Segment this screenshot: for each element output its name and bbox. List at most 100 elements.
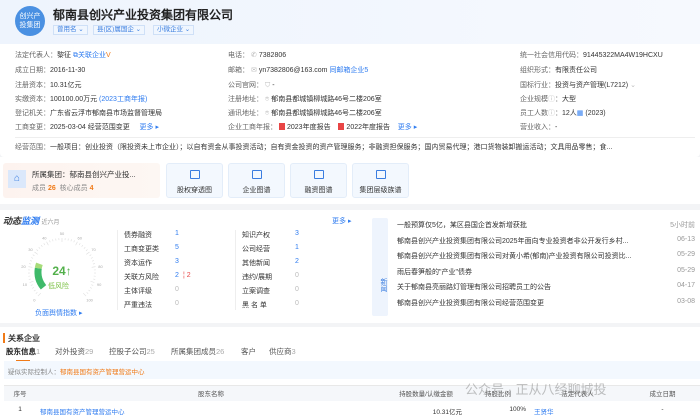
scope-row: 经营范围：一般项目：创业投资（限投资未上市企业）；以自有资金从事投资活动；自有资…: [15, 144, 613, 151]
gauge-tick: [31, 257, 34, 259]
gauge-tick: [73, 240, 75, 243]
tag-former-name[interactable]: 曾用名 ⌄: [53, 25, 88, 35]
gauge-tick: [83, 247, 86, 249]
gauge-tick: [32, 287, 35, 289]
shareholder-no: 1: [18, 406, 22, 413]
hierarchy-icon: [376, 170, 386, 179]
phone-row: 电话： ✆ 7382806: [228, 52, 287, 59]
founded-row: 成立日期：2016-11-30: [15, 67, 86, 74]
news-item[interactable]: 郁南县创兴产业投资集团有限公司对黄小希(郁南)产业投资有限公司投资比... 05-…: [397, 251, 695, 261]
gauge-tick: [92, 260, 95, 262]
monitor-item[interactable]: 公司经营 1: [242, 244, 352, 254]
controller-link[interactable]: 郁南县国有资产管理营运中心: [60, 369, 145, 376]
news-item[interactable]: 关于郁南县亮丽路灯管理有限公司招聘员工的公告 04-17: [397, 282, 695, 292]
paid-capital-row: 实缴资本：100100.00万元 (2023工商年报): [15, 96, 148, 103]
monitor-item[interactable]: 其他新闻 2: [242, 258, 352, 268]
news-item[interactable]: 一般预算仅5亿，某区县国企首发新增获批 5小时前: [397, 220, 695, 230]
gauge-tick: [91, 266, 96, 268]
monitor-item[interactable]: 黑 名 单0: [242, 300, 352, 310]
monitor-item[interactable]: 违约/展期 0: [242, 272, 352, 282]
tab-relation[interactable]: 对外投资29: [55, 346, 93, 357]
location-icon: ⌾: [265, 96, 270, 103]
reports-more-link[interactable]: 更多 ▸: [398, 124, 417, 131]
shareholder-name[interactable]: 郁南县国有资产管理营运中心: [40, 406, 382, 416]
monitor-item[interactable]: 债券融资 1: [124, 230, 234, 240]
monitor-item[interactable]: 关联方风险 2 ¦ 2: [124, 272, 234, 282]
gauge-tick: [49, 240, 51, 243]
tab-relation[interactable]: 控股子公司25: [109, 346, 155, 357]
chevron-down-icon[interactable]: ⌄: [630, 82, 636, 89]
calendar-icon[interactable]: ▦: [577, 110, 584, 117]
change-row: 工商变更：2025-03-04 经营范围变更 更多 ▸: [15, 124, 159, 131]
gauge-tick-label: 0: [33, 298, 36, 303]
gauge-tick-label: 60: [77, 235, 82, 240]
tab-relation[interactable]: 供应商3: [269, 346, 296, 357]
info-icon[interactable]: ⓘ: [548, 110, 555, 117]
tab-relation[interactable]: 客户: [241, 346, 256, 357]
monitor-item[interactable]: 立案调查 0: [242, 286, 352, 296]
info-icon[interactable]: ⓘ: [548, 96, 555, 103]
legal-rep-row: 法定代表人：黎征 ⧉关联企业V: [15, 52, 111, 59]
gauge-tick: [34, 251, 38, 255]
related-companies-link[interactable]: ⧉关联企业: [73, 52, 106, 59]
monitor-item[interactable]: 资本运作 3: [124, 258, 234, 268]
group-card[interactable]: ⌂ 所属集团：郁南县创兴产业投... 成员 26 核心成员 4: [3, 163, 160, 198]
monitor-item[interactable]: 主体评级 0: [124, 286, 234, 296]
same-email-link[interactable]: 同邮箱企业5: [329, 67, 368, 74]
tag-state-owned[interactable]: 县(区)属国企 ⌄: [93, 25, 146, 35]
tag-small-micro[interactable]: 小微企业 ⌄: [153, 25, 195, 35]
bank-icon: ⌂: [8, 170, 26, 188]
monitor-item[interactable]: 工商变更类 5: [124, 244, 234, 254]
gauge-tick: [83, 293, 87, 297]
reports-row: 企业工商年报： 2023年度报告 2022年度报告 更多 ▸: [228, 123, 418, 131]
gauge-tick-label: 10: [23, 282, 28, 287]
gauge-tick-label: 20: [21, 264, 26, 269]
reg-capital-row: 注册资本：10.31亿元: [15, 82, 82, 89]
change-more-link[interactable]: 更多 ▸: [140, 124, 159, 131]
news-item[interactable]: 雨后春笋般的"产业"债券 05-29: [397, 267, 695, 277]
gauge-tick-label: 70: [91, 247, 96, 252]
report-2022-link[interactable]: 2022年度报告: [346, 124, 390, 131]
org-form-row: 组织形式：有限责任公司: [520, 67, 597, 74]
monitor-item[interactable]: 知识产权 3: [242, 230, 352, 240]
gauge-tick: [78, 243, 81, 246]
tab-relation[interactable]: 股东信息1: [6, 346, 40, 362]
pdf-icon: [338, 123, 345, 130]
news-label: 新闻: [372, 218, 388, 316]
news-item[interactable]: 郁南县创兴产业投资集团有限公司2025年面向专业投资者非公开发行乡村... 06-…: [397, 236, 695, 246]
pdf-icon: [279, 123, 285, 130]
equity-penetration-button[interactable]: 股权穿透图: [166, 163, 223, 198]
gauge-fill: [34, 262, 43, 269]
gauge-tick: [90, 257, 93, 259]
shareholder-amount: 10.31亿元: [432, 409, 462, 416]
authority-row: 登记机关：广东省云浮市郁南县市场监督管理局: [15, 110, 162, 117]
annual-report-link[interactable]: (2023工商年报): [99, 96, 147, 103]
enterprise-graph-button[interactable]: 企业图谱: [228, 163, 285, 198]
controller-bar: 疑似实际控制人：郁南县国有资产管理营运中心: [4, 361, 700, 379]
shareholder-rep[interactable]: 王贤华: [534, 406, 621, 416]
tab-relation[interactable]: 所属集团成员26: [171, 346, 224, 357]
email-row: 邮箱： ✉ yn7382806@163.com 同邮箱企业5: [228, 67, 369, 74]
news-item[interactable]: 郁南县创兴产业投资集团有限公司经营范围变更 03-08: [397, 298, 695, 308]
divider: [235, 230, 236, 310]
gauge-tick: [38, 247, 41, 249]
group-hierarchy-button[interactable]: 集团层级族谱: [352, 163, 409, 198]
gauge-tick: [89, 254, 92, 256]
chart-icon: [190, 170, 200, 179]
graph-icon: [252, 170, 262, 179]
monitor-more-link[interactable]: 更多 ▸: [332, 216, 351, 226]
negative-sentiment-link[interactable]: 负面舆情指数 ▸: [35, 308, 82, 318]
credit-code-row: 统一社会信用代码：91445322MA4W19HCXU: [520, 52, 663, 59]
report-2023-link[interactable]: 2023年度报告: [287, 124, 331, 131]
column-header: 序号: [13, 391, 27, 398]
gauge-tick: [90, 280, 95, 283]
industry-row: 国标行业：投资与资产管理(L7212) ⌄: [520, 82, 636, 89]
divider: [117, 230, 118, 310]
divider: [15, 137, 695, 138]
financing-graph-button[interactable]: 融资图谱: [290, 163, 347, 198]
website-row: 公司官网： ⛉ -: [228, 82, 275, 89]
gauge-tick-label: 80: [98, 264, 103, 269]
monitor-item[interactable]: 严重违法 0: [124, 300, 234, 310]
gauge-tick-label: 100: [86, 298, 93, 303]
gauge-value: 24↑: [52, 264, 72, 278]
